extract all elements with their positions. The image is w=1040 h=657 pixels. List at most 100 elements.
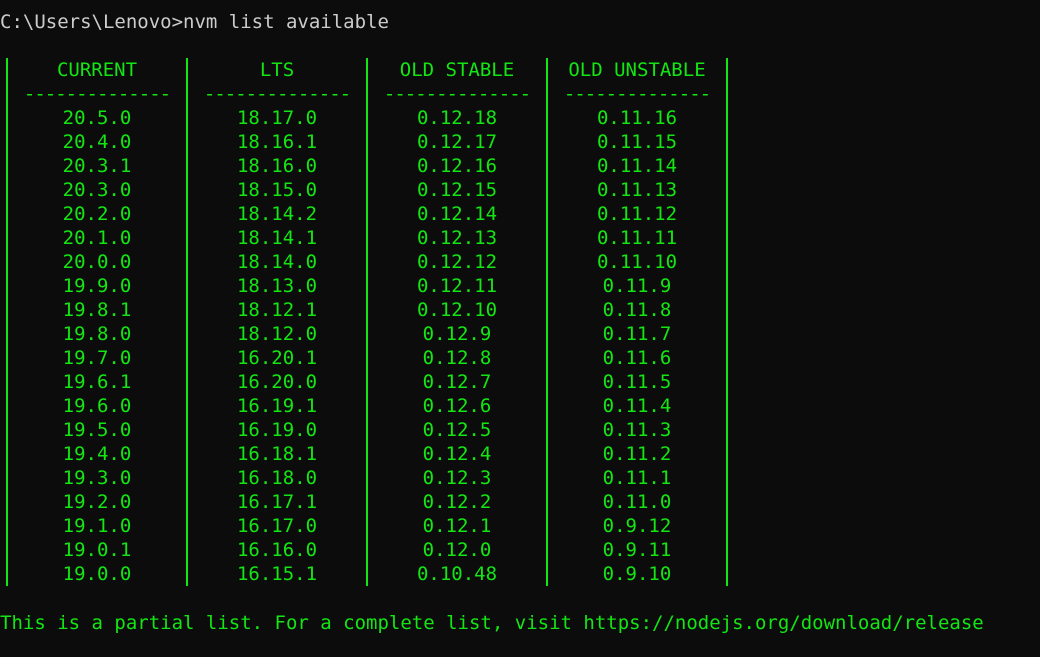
- cell-old-stable: 0.12.4: [366, 442, 546, 466]
- table-row: 19.1.0 16.17.0 0.12.1 0.9.12: [6, 514, 728, 538]
- cell-old-unstable: 0.11.1: [546, 466, 728, 490]
- cell-lts: 18.12.0: [186, 322, 366, 346]
- separator-row: -------------- -------------- ----------…: [6, 82, 728, 106]
- cell-current: 19.6.1: [6, 370, 186, 394]
- header-current: CURRENT: [6, 58, 186, 82]
- cell-current: 19.1.0: [6, 514, 186, 538]
- table-row: 19.2.0 16.17.1 0.12.2 0.11.0: [6, 490, 728, 514]
- cell-lts: 16.17.0: [186, 514, 366, 538]
- table-row: 19.9.0 18.13.0 0.12.11 0.11.9: [6, 274, 728, 298]
- cell-old-unstable: 0.11.6: [546, 346, 728, 370]
- table-row: 19.8.1 18.12.1 0.12.10 0.11.8: [6, 298, 728, 322]
- cell-lts: 16.15.1: [186, 562, 366, 586]
- table-header-row: CURRENT LTS OLD STABLE OLD UNSTABLE: [6, 58, 728, 82]
- cell-old-stable: 0.12.3: [366, 466, 546, 490]
- cell-old-unstable: 0.11.7: [546, 322, 728, 346]
- cell-lts: 18.15.0: [186, 178, 366, 202]
- cell-old-unstable: 0.11.8: [546, 298, 728, 322]
- cell-old-unstable: 0.11.5: [546, 370, 728, 394]
- table-row: 20.0.0 18.14.0 0.12.12 0.11.10: [6, 250, 728, 274]
- cell-old-stable: 0.12.14: [366, 202, 546, 226]
- cell-old-stable: 0.12.0: [366, 538, 546, 562]
- cell-lts: 16.17.1: [186, 490, 366, 514]
- table-row: 20.2.0 18.14.2 0.12.14 0.11.12: [6, 202, 728, 226]
- cell-current: 19.4.0: [6, 442, 186, 466]
- cell-current: 19.7.0: [6, 346, 186, 370]
- table-row: 19.5.0 16.19.0 0.12.5 0.11.3: [6, 418, 728, 442]
- cell-lts: 18.12.1: [186, 298, 366, 322]
- versions-table: CURRENT LTS OLD STABLE OLD UNSTABLE ----…: [6, 58, 728, 586]
- cell-old-unstable: 0.11.15: [546, 130, 728, 154]
- cell-lts: 18.16.0: [186, 154, 366, 178]
- cell-current: 19.3.0: [6, 466, 186, 490]
- cell-old-stable: 0.12.18: [366, 106, 546, 130]
- cell-current: 20.1.0: [6, 226, 186, 250]
- cell-lts: 18.14.2: [186, 202, 366, 226]
- cell-current: 19.8.1: [6, 298, 186, 322]
- cell-old-stable: 0.12.5: [366, 418, 546, 442]
- cell-current: 20.5.0: [6, 106, 186, 130]
- cell-current: 19.0.0: [6, 562, 186, 586]
- table-row: 19.3.0 16.18.0 0.12.3 0.11.1: [6, 466, 728, 490]
- cell-old-stable: 0.12.9: [366, 322, 546, 346]
- cell-lts: 18.14.0: [186, 250, 366, 274]
- cell-old-stable: 0.12.2: [366, 490, 546, 514]
- footer-message: This is a partial list. For a complete l…: [0, 612, 984, 634]
- cell-lts: 18.16.1: [186, 130, 366, 154]
- cell-current: 20.0.0: [6, 250, 186, 274]
- cell-current: 19.0.1: [6, 538, 186, 562]
- cell-lts: 18.13.0: [186, 274, 366, 298]
- cell-current: 20.4.0: [6, 130, 186, 154]
- cell-old-stable: 0.12.8: [366, 346, 546, 370]
- cell-old-unstable: 0.11.3: [546, 418, 728, 442]
- table-row: 19.6.1 16.20.0 0.12.7 0.11.5: [6, 370, 728, 394]
- header-old-unstable: OLD UNSTABLE: [546, 58, 728, 82]
- cell-old-stable: 0.12.11: [366, 274, 546, 298]
- cell-lts: 16.19.0: [186, 418, 366, 442]
- table-row: 20.3.1 18.16.0 0.12.16 0.11.14: [6, 154, 728, 178]
- cell-lts: 16.18.1: [186, 442, 366, 466]
- cell-old-unstable: 0.9.11: [546, 538, 728, 562]
- cell-old-stable: 0.12.13: [366, 226, 546, 250]
- cell-old-stable: 0.12.17: [366, 130, 546, 154]
- table-row: 19.0.0 16.15.1 0.10.48 0.9.10: [6, 562, 728, 586]
- cell-current: 19.5.0: [6, 418, 186, 442]
- cell-current: 20.2.0: [6, 202, 186, 226]
- table-row: 19.8.0 18.12.0 0.12.9 0.11.7: [6, 322, 728, 346]
- cell-lts: 16.20.0: [186, 370, 366, 394]
- cell-current: 19.8.0: [6, 322, 186, 346]
- cell-old-stable: 0.12.10: [366, 298, 546, 322]
- divider: --------------: [546, 82, 728, 106]
- table-row: 19.4.0 16.18.1 0.12.4 0.11.2: [6, 442, 728, 466]
- cell-old-unstable: 0.9.12: [546, 514, 728, 538]
- cell-current: 20.3.0: [6, 178, 186, 202]
- table-row: 19.0.1 16.16.0 0.12.0 0.9.11: [6, 538, 728, 562]
- cell-old-unstable: 0.11.10: [546, 250, 728, 274]
- cell-old-stable: 0.12.6: [366, 394, 546, 418]
- cell-old-unstable: 0.11.0: [546, 490, 728, 514]
- cell-lts: 16.18.0: [186, 466, 366, 490]
- cell-lts: 18.17.0: [186, 106, 366, 130]
- divider: --------------: [186, 82, 366, 106]
- cell-old-unstable: 0.11.9: [546, 274, 728, 298]
- table-row: 20.3.0 18.15.0 0.12.15 0.11.13: [6, 178, 728, 202]
- cell-lts: 16.16.0: [186, 538, 366, 562]
- command-line: C:\Users\Lenovo>nvm list available: [0, 11, 389, 33]
- header-old-stable: OLD STABLE: [366, 58, 546, 82]
- cell-old-unstable: 0.11.16: [546, 106, 728, 130]
- cell-current: 20.3.1: [6, 154, 186, 178]
- divider: --------------: [6, 82, 186, 106]
- cell-lts: 16.19.1: [186, 394, 366, 418]
- table-row: 20.5.0 18.17.0 0.12.18 0.11.16: [6, 106, 728, 130]
- table-row: 19.7.0 16.20.1 0.12.8 0.11.6: [6, 346, 728, 370]
- cell-old-stable: 0.10.48: [366, 562, 546, 586]
- cell-old-unstable: 0.11.13: [546, 178, 728, 202]
- divider: --------------: [366, 82, 546, 106]
- cell-lts: 18.14.1: [186, 226, 366, 250]
- cell-current: 19.6.0: [6, 394, 186, 418]
- cell-old-stable: 0.12.1: [366, 514, 546, 538]
- cell-old-stable: 0.12.12: [366, 250, 546, 274]
- cell-old-stable: 0.12.16: [366, 154, 546, 178]
- cell-old-stable: 0.12.7: [366, 370, 546, 394]
- cell-old-unstable: 0.9.10: [546, 562, 728, 586]
